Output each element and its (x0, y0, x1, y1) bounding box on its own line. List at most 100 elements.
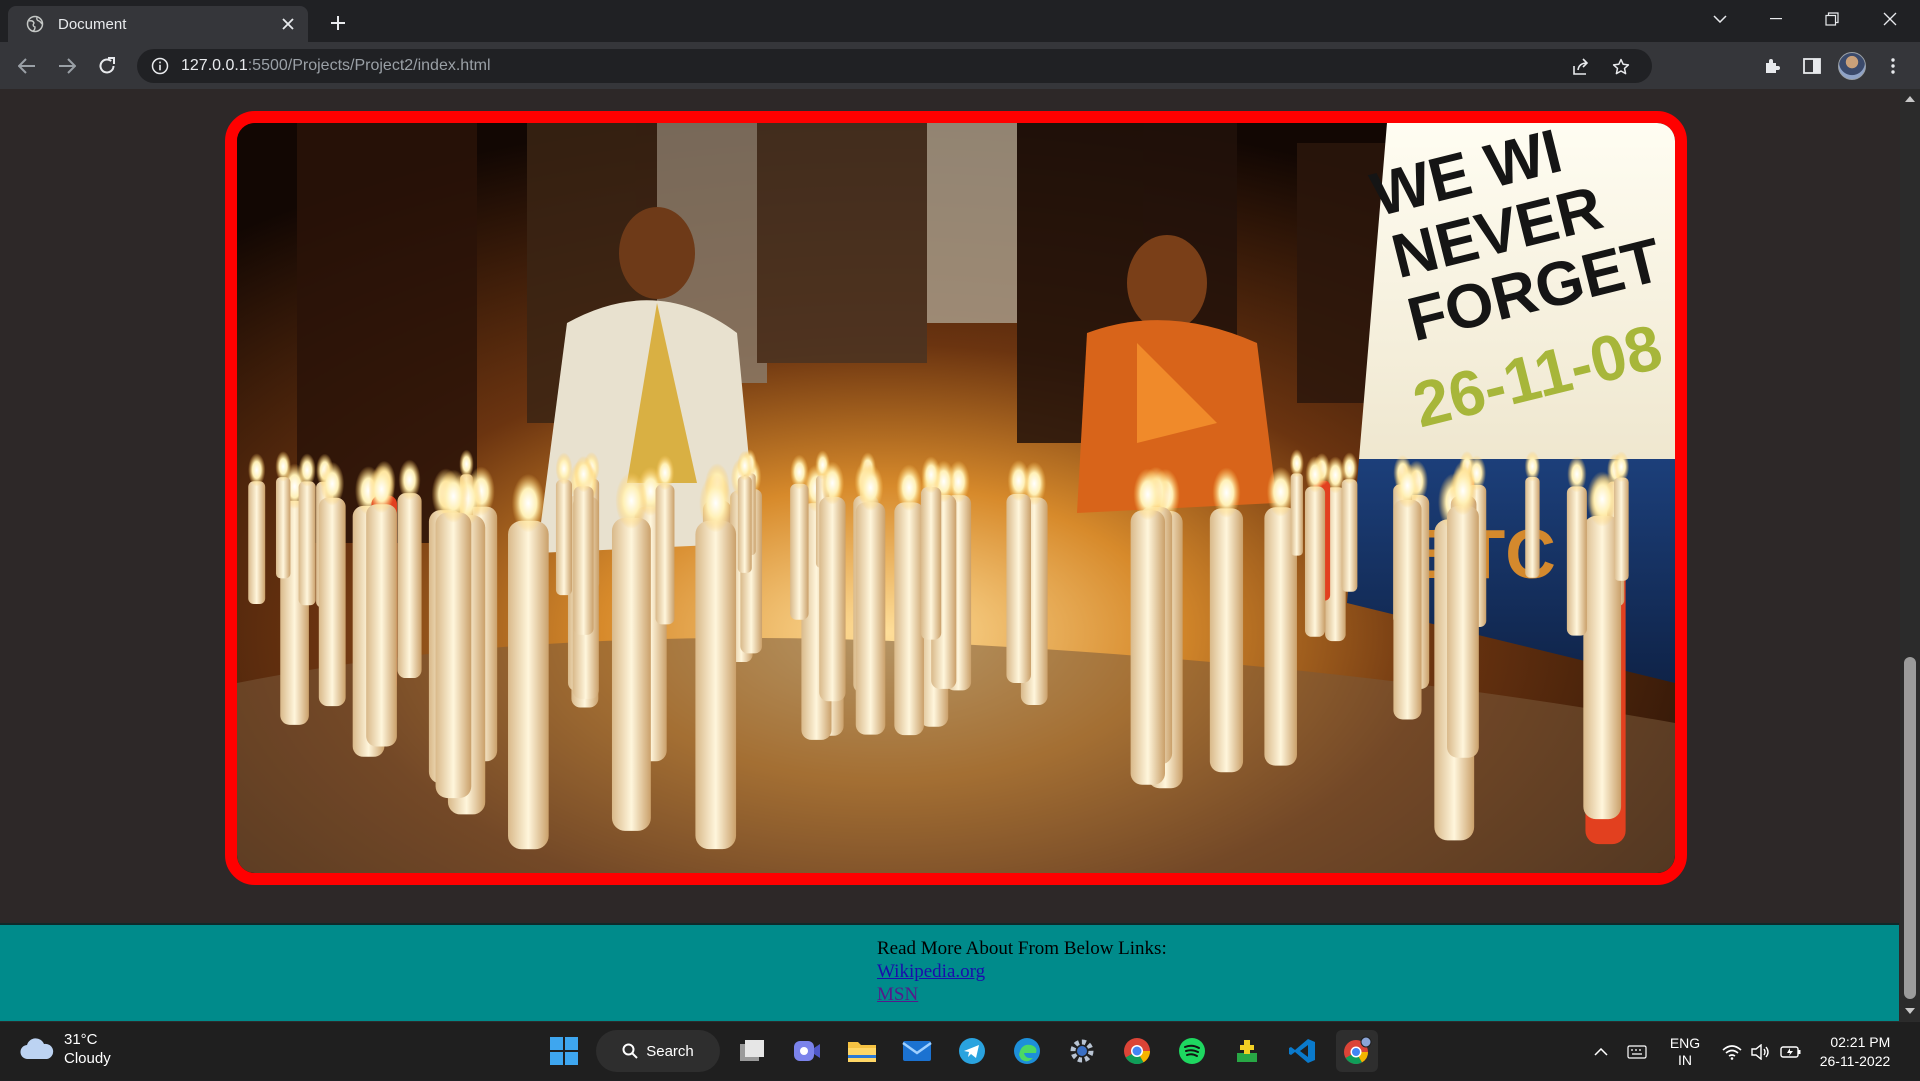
candle-vigil-image: WE WI NEVER FORGET 26-11-08 BTC (237, 123, 1675, 873)
system-clock[interactable]: 02:21 PM 26-11-2022 (1812, 1022, 1898, 1081)
close-window-icon[interactable] (1862, 0, 1918, 38)
footer-content: Read More About From Below Links: Wikipe… (877, 937, 1167, 1006)
language-indicator[interactable]: ENG IN (1662, 1022, 1708, 1081)
vscode-icon[interactable] (1281, 1030, 1323, 1072)
candle-flame (248, 453, 266, 487)
candle-flame (511, 473, 545, 533)
telegram-icon[interactable] (951, 1030, 993, 1072)
candle (318, 497, 346, 707)
url-path: :5500/Projects/Project2/index.html (247, 57, 491, 74)
candle-flame (1305, 456, 1325, 493)
task-view-icon[interactable] (731, 1030, 773, 1072)
windows-start-icon[interactable] (543, 1030, 585, 1072)
forward-icon[interactable] (51, 50, 83, 82)
show-hidden-icons-chevron-icon[interactable] (1588, 1022, 1614, 1081)
candle-flame (1567, 455, 1587, 493)
wikipedia-link[interactable]: Wikipedia.org (877, 960, 1167, 983)
candle-flame (1613, 451, 1630, 483)
candle (1130, 510, 1166, 785)
candle (397, 493, 422, 679)
mail-icon[interactable] (896, 1030, 938, 1072)
file-explorer-icon[interactable] (841, 1030, 883, 1072)
search-label: Search (646, 1042, 694, 1060)
scroll-up-arrow-icon[interactable] (1904, 93, 1916, 105)
candle (298, 481, 316, 606)
extensions-icon[interactable] (1758, 52, 1786, 80)
candle-flame (699, 473, 733, 533)
bookmark-star-icon[interactable] (1607, 53, 1635, 81)
candle-flame (737, 450, 753, 481)
url-text: 127.0.0.1:5500/Projects/Project2/index.h… (181, 57, 491, 75)
candle-flame (438, 469, 469, 523)
windows-taskbar: 31°C Cloudy Search ENG IN 02:21 PM 26-11… (0, 1021, 1920, 1080)
new-tab-icon[interactable] (324, 9, 352, 37)
vertical-scrollbar[interactable] (1900, 89, 1920, 1021)
back-icon[interactable] (11, 50, 43, 82)
language-line-1: ENG (1669, 1034, 1701, 1051)
candle-flame (1266, 466, 1295, 517)
clock-time: 02:21 PM (1830, 1033, 1891, 1050)
chrome-icon[interactable] (1116, 1030, 1158, 1072)
msn-link[interactable]: MSN (877, 983, 1167, 1006)
green-app-icon[interactable] (1226, 1030, 1268, 1072)
address-bar[interactable]: 127.0.0.1:5500/Projects/Project2/index.h… (137, 49, 1652, 83)
settings-gear-icon[interactable] (1061, 1030, 1103, 1072)
globe-icon (26, 15, 44, 33)
volume-icon[interactable] (1746, 1022, 1774, 1081)
candle (1566, 486, 1587, 636)
candle-flame (857, 464, 884, 511)
tab-strip: Document (0, 0, 1920, 42)
weather-widget[interactable]: 31°C Cloudy (20, 1030, 111, 1068)
profile-avatar[interactable] (1838, 52, 1866, 80)
candle (555, 479, 573, 596)
site-info-icon[interactable] (151, 57, 169, 75)
candle-flame (555, 452, 573, 485)
footer-links-section: Read More About From Below Links: Wikipe… (0, 923, 1899, 1021)
search-icon (622, 1043, 638, 1059)
candle-flame (820, 461, 845, 505)
restore-icon[interactable] (1804, 0, 1860, 38)
candle (1613, 477, 1629, 581)
scrollbar-thumb[interactable] (1904, 657, 1916, 999)
candle (435, 512, 472, 799)
candle (275, 477, 291, 579)
weather-text: 31°C Cloudy (64, 1030, 111, 1068)
candle-flame (1133, 468, 1163, 521)
candle (1006, 493, 1032, 683)
candle (248, 481, 266, 605)
candle (573, 486, 594, 635)
tab-search-chevron-icon[interactable] (1692, 0, 1748, 38)
minimize-icon[interactable] (1748, 0, 1804, 38)
candle (1290, 473, 1303, 556)
chrome-profile-icon[interactable] (1336, 1030, 1378, 1072)
candle (1304, 486, 1326, 637)
candle-flame (1395, 462, 1420, 509)
taskbar-search-button[interactable]: Search (596, 1030, 720, 1072)
cloud-icon (20, 1038, 54, 1060)
candle (737, 476, 752, 573)
spotify-icon[interactable] (1171, 1030, 1213, 1072)
share-icon[interactable] (1567, 53, 1595, 81)
reload-icon[interactable] (91, 50, 123, 82)
candle-flame (275, 451, 292, 482)
side-panel-icon[interactable] (1798, 52, 1826, 80)
candle-flame (298, 453, 316, 487)
scroll-down-arrow-icon[interactable] (1904, 1005, 1916, 1017)
candle-flame (1586, 471, 1618, 527)
battery-icon[interactable] (1776, 1022, 1806, 1081)
candle-flame (1212, 467, 1241, 519)
candle-flame (1449, 466, 1477, 516)
edge-icon[interactable] (1006, 1030, 1048, 1072)
teams-icon[interactable] (786, 1030, 828, 1072)
close-tab-icon[interactable] (274, 10, 302, 38)
keyboard-icon[interactable] (1622, 1022, 1652, 1081)
candle (920, 486, 942, 640)
candle (894, 502, 924, 736)
menu-kebab-icon[interactable] (1879, 52, 1907, 80)
browser-tab[interactable]: Document (8, 6, 308, 42)
candle-flame (320, 461, 345, 506)
candle (1209, 508, 1244, 773)
wifi-icon[interactable] (1718, 1022, 1746, 1081)
candle (508, 520, 549, 850)
candle (655, 484, 675, 625)
